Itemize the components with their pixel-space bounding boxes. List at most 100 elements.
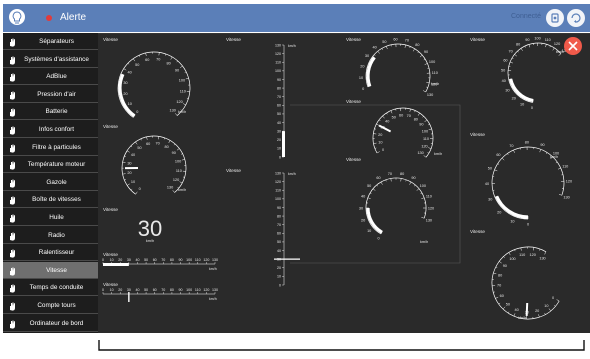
widget-title: Vitesse <box>103 37 118 42</box>
sidebar-item[interactable]: Temps de conduite <box>3 279 98 297</box>
gauge-tick <box>124 179 126 181</box>
gauge-tick-label: 130 <box>563 195 569 199</box>
gauge-tick-label: 90 <box>175 69 179 73</box>
hand-icon <box>9 231 16 241</box>
gauge-tick <box>428 124 430 126</box>
hand-icon <box>9 178 16 188</box>
lightbulb-icon[interactable] <box>8 8 26 28</box>
menu-button[interactable] <box>567 9 585 27</box>
gauge-tick-label: 90 <box>172 151 176 155</box>
app-window: Alerte Connecté Séparateurs Systèmes d'as… <box>0 0 590 359</box>
sidebar-item-label: Infos confort <box>38 126 75 133</box>
gauge-tick-label: 0 <box>362 87 364 91</box>
sidebar-item[interactable]: Ralentisseur <box>3 244 98 262</box>
gauge-tick-label: 110 <box>545 38 551 42</box>
sidebar-item[interactable]: Batterie <box>3 103 98 121</box>
sidebar-item[interactable]: Pression d'air <box>3 86 98 103</box>
gauge-tick-label: 20 <box>127 171 131 175</box>
gauge-tick <box>513 149 515 153</box>
gauge-unit: km/h <box>178 110 186 114</box>
gauge-tick <box>123 68 127 71</box>
sidebar-item[interactable]: Ordinateur de bord <box>3 315 98 332</box>
gauge-tick <box>130 145 133 148</box>
gauge-tick <box>176 60 178 63</box>
gauge-tick <box>405 179 407 182</box>
gauge-tick-label: 110 <box>562 164 568 168</box>
gauge-tick-label: 50 <box>488 166 492 170</box>
sidebar-item[interactable]: AdBlue <box>3 68 98 86</box>
hand-icon <box>9 37 16 47</box>
gauge-tick <box>181 159 185 161</box>
gauge-tick-label: 120 <box>566 180 572 184</box>
hbar-tick-label: 90 <box>179 258 183 262</box>
gauge-tick <box>369 192 372 195</box>
gauge-tick <box>400 178 402 182</box>
gauge-tick-label: 10 <box>367 229 371 233</box>
gauge-tick-label: 20 <box>378 133 382 137</box>
gauge-tick <box>181 153 183 155</box>
gauge-tick <box>409 181 412 185</box>
gauge-scale <box>117 51 191 118</box>
gauge-tick-label: 100 <box>420 184 426 188</box>
gauge-tick-label: 100 <box>429 60 435 64</box>
record-button[interactable] <box>546 9 564 27</box>
gauge-tick-label: 130 <box>417 151 423 155</box>
gauge-tick-label: 30 <box>127 162 131 166</box>
vbar-tick-label: 90 <box>277 206 281 210</box>
gauge-tick-label: 110 <box>426 194 432 198</box>
speed-gauge: 0102030405060708090100110120130km/h <box>501 36 568 109</box>
sidebar-item[interactable]: Filtre à particules <box>3 139 98 156</box>
gauge-tick-label: 40 <box>372 46 376 50</box>
gauge-tick-label: 110 <box>180 90 186 94</box>
gauge-tick <box>424 119 428 122</box>
hbar-tick-label: 80 <box>170 288 174 292</box>
sidebar-item-label: Radio <box>48 231 65 239</box>
digital-speed-value: 30 <box>138 216 162 241</box>
gauge-tick-label: 70 <box>508 50 512 54</box>
selection-bracket <box>98 340 585 351</box>
vbar-unit: km/h <box>288 44 296 48</box>
gauge-tick <box>545 44 547 48</box>
sidebar-item[interactable]: Température moteur <box>3 156 98 174</box>
gauge-tick-label: 40 <box>485 182 489 186</box>
gauge-tick-label: 0 <box>531 106 533 110</box>
sidebar: Séparateurs Systèmes d'assistance AdBlue Pr… <box>3 33 98 333</box>
gauge-tick <box>556 299 560 302</box>
sidebar-item[interactable]: Vitesse <box>3 261 98 279</box>
gauge-scale <box>491 246 560 320</box>
gauge-tick <box>367 197 371 200</box>
gauge-tick-label: 10 <box>359 76 363 80</box>
gauge-tick <box>380 181 383 185</box>
gauge-tick <box>558 53 562 56</box>
gauge-tick-label: 60 <box>496 153 500 157</box>
sidebar-item[interactable]: Huile <box>3 209 98 226</box>
speed-gauge: 0102030405060708090100110120130km/h <box>117 51 191 118</box>
gauge-tick-label: 110 <box>176 169 182 173</box>
gauge-tick-label: 120 <box>554 42 560 46</box>
gauge-tick <box>494 169 498 172</box>
sidebar-item[interactable]: Infos confort <box>3 121 98 138</box>
hand-icon <box>9 301 16 311</box>
gauge-tick <box>545 152 548 154</box>
gauge-unit: km/h <box>434 152 442 156</box>
gauge-tick-label: 60 <box>500 294 504 298</box>
gauge-tick-label: 0 <box>139 187 141 191</box>
gauge-tick-label: 70 <box>388 172 392 176</box>
gauge-tick-label: 50 <box>392 115 396 119</box>
sidebar-item-label: Gazole <box>46 178 67 186</box>
sidebar-item[interactable]: Boîte de vitesses <box>3 191 98 209</box>
sidebar-item[interactable]: Gazole <box>3 174 98 191</box>
vbar-tick-label: 30 <box>277 129 281 133</box>
gauge-tick <box>414 110 416 113</box>
sidebar-item[interactable]: Séparateurs <box>3 33 98 50</box>
gauge-tick <box>130 188 133 191</box>
sidebar-item[interactable]: Radio <box>3 227 98 244</box>
sidebar-item[interactable]: Compte tours <box>3 297 98 314</box>
sidebar-item-label: Temps de conduite <box>29 284 84 292</box>
hbar-unit: km/h <box>209 267 217 271</box>
gauge-tick-label: 0 <box>382 148 384 152</box>
close-button[interactable] <box>564 37 582 55</box>
sidebar-item[interactable]: Systèmes d'assistance <box>3 51 98 68</box>
hand-icon <box>9 55 16 65</box>
widget-title: Vitesse <box>470 132 485 137</box>
